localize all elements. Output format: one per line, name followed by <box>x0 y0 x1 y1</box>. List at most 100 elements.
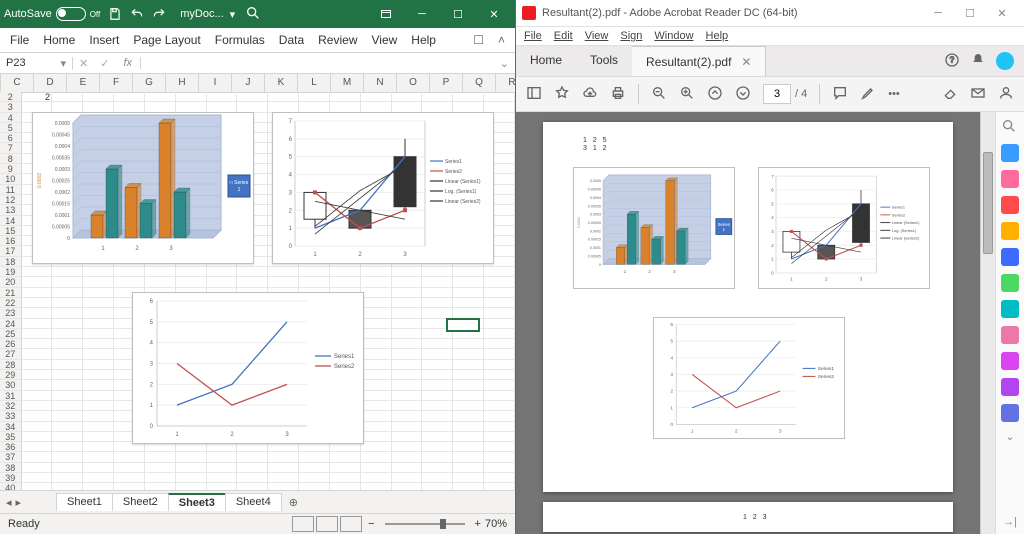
page-up-icon[interactable] <box>707 85 723 104</box>
sheet-tab[interactable]: Sheet1 <box>56 493 113 511</box>
more-tools-icon[interactable]: ⌄ <box>1001 430 1019 448</box>
people-icon[interactable] <box>998 85 1014 104</box>
comment-icon[interactable] <box>832 85 848 104</box>
row-header[interactable]: 36 <box>0 442 22 452</box>
add-sheet-icon[interactable]: ⊕ <box>281 496 306 509</box>
row-header[interactable]: 35 <box>0 432 22 442</box>
ribbon-tab-file[interactable]: File <box>10 33 29 47</box>
organize-icon[interactable] <box>1001 274 1019 292</box>
zoom-out-icon[interactable] <box>651 85 667 104</box>
close-tab-icon[interactable]: ✕ <box>741 55 751 69</box>
dropdown-icon[interactable]: ▾ <box>230 8 236 21</box>
row-header[interactable]: 29 <box>0 370 22 380</box>
row-header[interactable]: 23 <box>0 308 22 318</box>
sheet-tab[interactable]: Sheet2 <box>112 493 169 511</box>
column-header[interactable]: F <box>100 74 133 92</box>
column-header[interactable]: H <box>166 74 199 92</box>
compress-icon[interactable] <box>1001 300 1019 318</box>
menu-help[interactable]: Help <box>706 30 729 42</box>
column-header[interactable]: J <box>232 74 265 92</box>
page-down-icon[interactable] <box>735 85 751 104</box>
fx-icon[interactable]: fx <box>115 57 141 69</box>
bell-icon[interactable] <box>970 52 986 71</box>
ribbon-tab-data[interactable]: Data <box>279 33 304 47</box>
fx-cancel-icon[interactable]: ✕ <box>73 57 94 70</box>
row-header[interactable]: 21 <box>0 288 22 298</box>
column-header[interactable]: G <box>133 74 166 92</box>
row-header[interactable]: 2 <box>0 92 22 102</box>
autosave-toggle[interactable]: AutoSave Off <box>4 7 100 21</box>
collapse-ribbon-icon[interactable]: ˄ <box>498 33 505 47</box>
star-icon[interactable] <box>554 85 570 104</box>
menu-view[interactable]: View <box>585 30 609 42</box>
erase-icon[interactable] <box>942 85 958 104</box>
tab-prev-icon[interactable]: ◂ <box>6 496 12 509</box>
edit-pdf-icon[interactable] <box>1001 170 1019 188</box>
menu-file[interactable]: File <box>524 30 542 42</box>
search-tool-icon[interactable] <box>1001 118 1019 136</box>
sheet-tab[interactable]: Sheet4 <box>225 493 282 511</box>
row-header[interactable]: 11 <box>0 185 22 195</box>
combine-icon[interactable] <box>1001 248 1019 266</box>
cloud-icon[interactable] <box>582 85 598 104</box>
row-header[interactable]: 7 <box>0 143 22 153</box>
redact-icon[interactable] <box>1001 326 1019 344</box>
comments-icon[interactable]: ☐ <box>473 33 484 47</box>
undo-icon[interactable] <box>130 7 144 21</box>
row-header[interactable]: 6 <box>0 133 22 143</box>
print-icon[interactable] <box>610 85 626 104</box>
row-header[interactable]: 30 <box>0 380 22 390</box>
row-header[interactable]: 32 <box>0 401 22 411</box>
sheet-tab[interactable]: Sheet3 <box>168 493 226 511</box>
maximize-icon[interactable]: ☐ <box>954 7 986 20</box>
row-header[interactable]: 20 <box>0 277 22 287</box>
column-header[interactable]: Q <box>463 74 496 92</box>
tab-home[interactable]: Home <box>516 46 576 76</box>
column-header[interactable]: O <box>397 74 430 92</box>
column-header[interactable]: P <box>430 74 463 92</box>
row-header[interactable]: 22 <box>0 298 22 308</box>
name-box[interactable]: P23 ▾ <box>0 57 73 70</box>
row-header[interactable]: 24 <box>0 319 22 329</box>
row-header[interactable]: 17 <box>0 246 22 256</box>
export-pdf-icon[interactable] <box>1001 144 1019 162</box>
row-header[interactable]: 27 <box>0 349 22 359</box>
row-header[interactable]: 5 <box>0 123 22 133</box>
minimize-icon[interactable]: ─ <box>405 2 439 26</box>
close-icon[interactable]: ✕ <box>986 7 1018 20</box>
row-header[interactable]: 25 <box>0 329 22 339</box>
normal-view-icon[interactable] <box>292 516 314 532</box>
row-header[interactable]: 28 <box>0 360 22 370</box>
zoom-out-icon[interactable]: − <box>368 518 374 530</box>
row-header[interactable]: 8 <box>0 154 22 164</box>
chart-bar3d[interactable]: 00.000050.00010.000150.00020.000250.0003… <box>32 112 254 264</box>
search-icon[interactable] <box>245 5 261 24</box>
zoom-slider[interactable] <box>385 523 465 525</box>
row-header[interactable]: 9 <box>0 164 22 174</box>
zoom-in-icon[interactable]: + <box>475 518 481 530</box>
row-header[interactable]: 39 <box>0 473 22 483</box>
page-number-input[interactable] <box>763 84 791 104</box>
row-header[interactable]: 14 <box>0 216 22 226</box>
ribbon-tab-review[interactable]: Review <box>318 33 357 47</box>
more-icon[interactable]: ••• <box>888 88 900 100</box>
maximize-icon[interactable]: ☐ <box>441 2 475 26</box>
row-header[interactable]: 13 <box>0 205 22 215</box>
row-header[interactable]: 4 <box>0 113 22 123</box>
page-break-view-icon[interactable] <box>340 516 362 532</box>
row-header[interactable]: 19 <box>0 267 22 277</box>
comment-tool-icon[interactable] <box>1001 222 1019 240</box>
ribbon-tab-view[interactable]: View <box>372 33 398 47</box>
row-header[interactable]: 3 <box>0 102 22 112</box>
row-header[interactable]: 31 <box>0 391 22 401</box>
sign-tool-icon[interactable] <box>1001 404 1019 422</box>
ribbon-tab-home[interactable]: Home <box>43 33 75 47</box>
menu-window[interactable]: Window <box>654 30 693 42</box>
expand-formula-icon[interactable]: ⌄ <box>494 57 515 70</box>
menu-sign[interactable]: Sign <box>620 30 642 42</box>
chart-stock[interactable]: 01234567123Series1Series2Linear (Series1… <box>272 112 494 264</box>
column-header[interactable]: M <box>331 74 364 92</box>
column-header[interactable]: R <box>496 74 515 92</box>
help-icon[interactable]: ? <box>944 52 960 71</box>
pdf-viewport[interactable]: 1 2 5 3 1 2 00.000050.00010.000150.00020… <box>516 112 980 534</box>
